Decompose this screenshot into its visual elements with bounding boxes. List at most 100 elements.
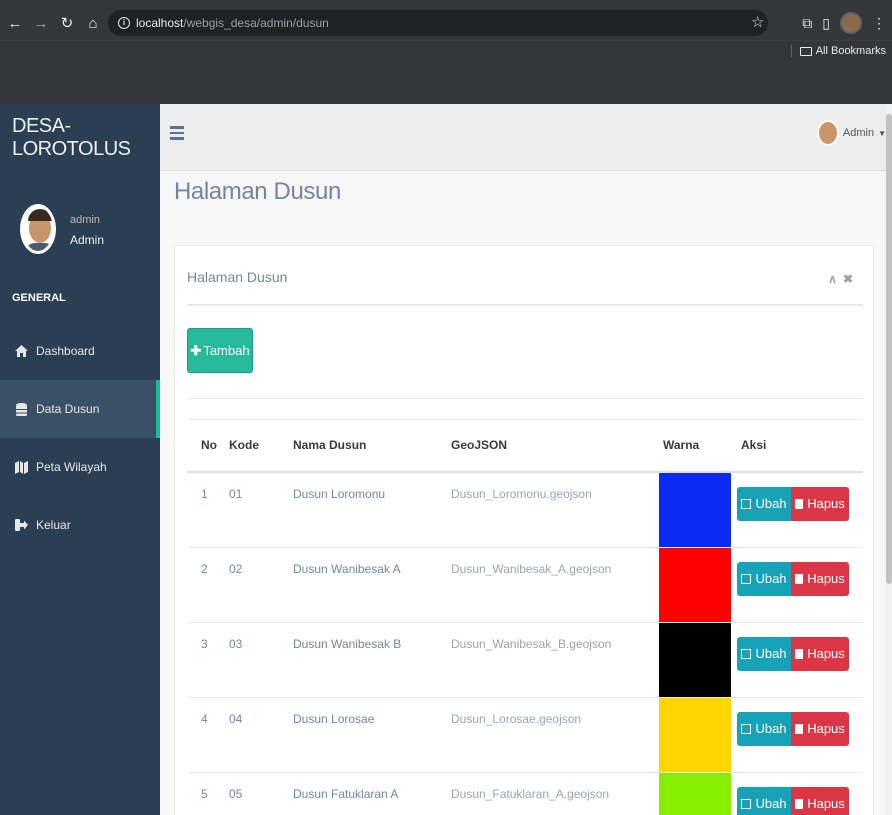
- edit-label: Ubah: [755, 571, 787, 586]
- panel-tools: ∧ ✖: [828, 272, 853, 286]
- cell-no: 4: [187, 697, 219, 773]
- delete-button[interactable]: Hapus: [791, 561, 849, 596]
- page-scrollbar[interactable]: [886, 104, 892, 815]
- action-group: Ubah Hapus: [737, 711, 863, 746]
- color-swatch: [659, 622, 731, 697]
- bookmark-star-icon[interactable]: ☆: [751, 13, 764, 31]
- sidebar-item-data-dusun[interactable]: Data Dusun: [0, 380, 160, 438]
- add-button[interactable]: ✚ Tambah: [187, 328, 253, 373]
- plus-icon: ✚: [190, 342, 202, 358]
- edit-button[interactable]: Ubah: [737, 561, 791, 596]
- address-bar[interactable]: i localhost/webgis_desa/admin/dusun: [108, 10, 768, 36]
- table-body: 1 01 Dusun Loromonu Dusun_Loromonu.geojson U…: [187, 471, 863, 815]
- action-group: Ubah Hapus: [737, 561, 863, 596]
- panel-title: Halaman Dusun: [187, 269, 288, 285]
- sidebar-item-label: Dashboard: [36, 344, 95, 358]
- cell-geojson: Dusun_Wanibesak_B.geojson: [441, 622, 659, 698]
- delete-label: Hapus: [807, 571, 845, 586]
- close-icon[interactable]: ✖: [843, 272, 853, 286]
- delete-button[interactable]: Hapus: [791, 711, 849, 746]
- forward-icon[interactable]: →: [30, 15, 52, 32]
- color-swatch: [659, 547, 731, 622]
- all-bookmarks-button[interactable]: All Bookmarks: [790, 45, 886, 57]
- browser-content-top: [0, 64, 892, 104]
- action-group: Ubah Hapus: [737, 486, 863, 521]
- cell-kode: 04: [219, 697, 283, 773]
- site-title[interactable]: DESA-LOROTOLUS: [0, 104, 160, 171]
- edit-button[interactable]: Ubah: [737, 711, 791, 746]
- back-icon[interactable]: ←: [4, 15, 26, 32]
- cell-kode: 03: [219, 622, 283, 698]
- delete-label: Hapus: [807, 646, 845, 661]
- home-icon[interactable]: ⌂: [82, 15, 104, 32]
- map-icon: [14, 460, 28, 474]
- header-geojson[interactable]: GeoJSON: [441, 419, 659, 473]
- top-navbar: Admin ▼: [160, 104, 892, 171]
- url-path: /webgis_desa/admin/dusun: [183, 16, 329, 30]
- cell-kode: 02: [219, 547, 283, 623]
- browser-nav-row: ← → ↻ ⌂ i localhost/webgis_desa/admin/du…: [0, 8, 892, 38]
- browser-menu-icon[interactable]: ⋮: [872, 15, 886, 32]
- edit-button[interactable]: Ubah: [737, 636, 791, 671]
- sidebar-item-label: Peta Wilayah: [36, 460, 107, 474]
- menu-section-label: GENERAL: [12, 292, 66, 304]
- trash-icon: [795, 723, 804, 734]
- profile-name: Admin: [70, 233, 105, 247]
- home-icon: [14, 344, 28, 358]
- web-page: DESA-LOROTOLUS admin Admin GENERAL Dashb…: [0, 104, 892, 815]
- delete-button[interactable]: Hapus: [791, 636, 849, 671]
- collapse-icon[interactable]: ∧: [828, 272, 837, 286]
- all-bookmarks-label: All Bookmarks: [815, 45, 886, 57]
- extensions-icon[interactable]: ⧉: [802, 15, 812, 32]
- table-header-row: No Kode Nama Dusun GeoJSON Warna Aksi: [187, 419, 863, 473]
- table-row: 3 03 Dusun Wanibesak B Dusun_Wanibesak_B.ge…: [187, 622, 863, 698]
- trash-icon: [795, 648, 804, 659]
- cell-nama-dusun: Dusun Wanibesak B: [283, 622, 441, 698]
- sidepanel-icon[interactable]: ▯: [822, 15, 830, 32]
- browser-profile-avatar[interactable]: [840, 12, 862, 34]
- caret-down-icon: ▼: [878, 128, 886, 138]
- sidebar-item-keluar[interactable]: Keluar: [0, 496, 160, 554]
- scrollbar-thumb[interactable]: [886, 114, 892, 584]
- edit-label: Ubah: [755, 496, 787, 511]
- cell-warna: [659, 471, 731, 548]
- edit-label: Ubah: [755, 721, 787, 736]
- cell-nama-dusun: Dusun Wanibesak A: [283, 547, 441, 623]
- cell-warna: [659, 622, 731, 698]
- header-warna[interactable]: Warna: [659, 419, 731, 473]
- edit-button[interactable]: Ubah: [737, 786, 791, 815]
- edit-icon: [741, 573, 752, 584]
- cell-aksi: Ubah Hapus: [731, 772, 863, 815]
- table-row: 1 01 Dusun Loromonu Dusun_Loromonu.geojson U…: [187, 471, 863, 548]
- sidebar-item-peta-wilayah[interactable]: Peta Wilayah: [0, 438, 160, 496]
- cell-aksi: Ubah Hapus: [731, 471, 863, 548]
- edit-icon: [741, 798, 752, 809]
- sidebar-item-label: Keluar: [36, 518, 71, 532]
- header-no[interactable]: No: [187, 419, 219, 473]
- profile-username: admin: [70, 214, 100, 226]
- cell-warna: [659, 547, 731, 623]
- sidebar-item-label: Data Dusun: [36, 402, 100, 416]
- delete-button[interactable]: Hapus: [791, 486, 849, 521]
- dusun-table: No Kode Nama Dusun GeoJSON Warna Aksi 10…: [187, 419, 863, 815]
- sidebar-item-dashboard[interactable]: Dashboard: [0, 322, 160, 380]
- menu-toggle-icon[interactable]: [170, 126, 184, 140]
- cell-no: 2: [187, 547, 219, 623]
- action-group: Ubah Hapus: [737, 636, 863, 671]
- header-nama-dusun[interactable]: Nama Dusun: [283, 419, 441, 473]
- cell-aksi: Ubah Hapus: [731, 547, 863, 623]
- header-aksi[interactable]: Aksi: [731, 419, 863, 473]
- user-dropdown[interactable]: Admin ▼: [816, 120, 886, 146]
- table-row: 5 05 Dusun Fatuklaran A Dusun_Fatuklaran_A.…: [187, 772, 863, 815]
- cell-nama-dusun: Dusun Loromonu: [283, 471, 441, 548]
- color-swatch: [659, 772, 731, 815]
- cell-no: 1: [187, 471, 219, 548]
- header-kode[interactable]: Kode: [219, 419, 283, 473]
- content-panel: Halaman Dusun ∧ ✖ ✚ Tambah No Kode Nama …: [174, 245, 874, 815]
- reload-icon[interactable]: ↻: [56, 14, 78, 32]
- edit-label: Ubah: [755, 796, 787, 811]
- edit-button[interactable]: Ubah: [737, 486, 791, 521]
- site-info-icon[interactable]: i: [118, 17, 130, 29]
- delete-button[interactable]: Hapus: [791, 786, 849, 815]
- edit-icon: [741, 498, 752, 509]
